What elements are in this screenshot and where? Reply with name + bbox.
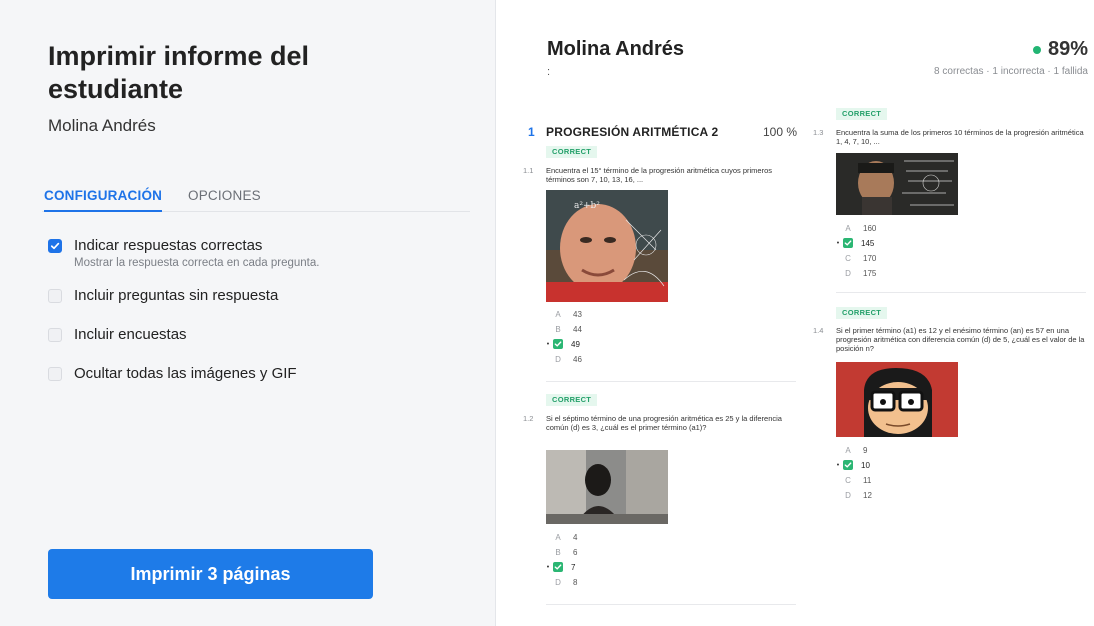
checkbox-empty-icon[interactable] [48, 289, 62, 303]
option-label: Indicar respuestas correctas [74, 237, 263, 254]
checkbox-empty-icon[interactable] [48, 367, 62, 381]
answer-option: D8 [555, 577, 578, 587]
answer-option-correct: • 10 [833, 458, 870, 472]
answer-option-correct: • 49 [543, 337, 580, 351]
selected-bullet-icon: • [836, 461, 840, 469]
option-description: Mostrar la respuesta correcta en cada pr… [74, 257, 320, 269]
section-number: 1 [528, 125, 535, 139]
answer-option-correct: • 145 [833, 236, 874, 250]
correct-badge: CORRECT [836, 307, 888, 319]
svg-text:a²+b²: a²+b² [574, 201, 600, 211]
option-incluir-encuestas[interactable]: Incluir encuestas [48, 326, 187, 348]
tab-opciones[interactable]: OPCIONES [188, 188, 261, 212]
print-settings-panel: Imprimir informe del estudiante Molina A… [0, 0, 496, 626]
answer-option: D 46 [555, 354, 582, 364]
score-display: 89% [1032, 38, 1088, 61]
correct-check-icon [843, 238, 853, 248]
answer-option: A9 [845, 445, 868, 455]
question-number: 1.1 [523, 166, 534, 175]
question-text: Si el séptimo término de una progresión … [546, 414, 782, 432]
selected-bullet-icon: • [546, 563, 550, 571]
divider [546, 381, 796, 382]
answer-option: B 44 [555, 324, 582, 334]
correct-check-icon [553, 562, 563, 572]
option-incluir-sin-respuesta[interactable]: Incluir preguntas sin respuesta [48, 287, 278, 309]
correct-check-icon [843, 460, 853, 470]
answer-option: A 160 [845, 223, 877, 233]
report-student-name: Molina Andrés [547, 38, 685, 60]
question-text: Encuentra el 15° término de la progresió… [546, 166, 773, 184]
question-number: 1.3 [813, 128, 824, 137]
question-text: Si el primer término (a1) es 12 y el ené… [836, 326, 1085, 353]
answer-option: D 175 [845, 268, 877, 278]
correct-badge: CORRECT [836, 108, 888, 120]
correct-check-icon [553, 339, 563, 349]
option-ocultar-imagenes[interactable]: Ocultar todas las imágenes y GIF [48, 365, 297, 387]
answer-option: B6 [555, 547, 578, 557]
score-value: 89% [1047, 38, 1088, 60]
divider [836, 292, 1086, 293]
score-dot-icon [1032, 45, 1041, 54]
section-title: PROGRESIÓN ARITMÉTICA 2 [546, 125, 719, 139]
question-text: Encuentra la suma de los primeros 10 tér… [836, 128, 1084, 146]
question-number: 1.2 [523, 414, 534, 423]
tab-configuracion[interactable]: CONFIGURACIÓN [44, 188, 163, 212]
option-label: Incluir preguntas sin respuesta [74, 287, 279, 304]
question-image [836, 362, 958, 437]
question-number: 1.4 [813, 326, 824, 335]
report-subtitle: : [547, 66, 551, 78]
option-label: Ocultar todas las imágenes y GIF [74, 365, 297, 382]
panel-title: Imprimir informe del estudiante [48, 41, 310, 104]
correct-badge: CORRECT [546, 146, 598, 158]
divider [546, 604, 796, 605]
answer-option: C 11 [845, 475, 872, 485]
question-image [836, 153, 958, 215]
correct-badge: CORRECT [546, 394, 598, 406]
answer-option: A4 [555, 532, 578, 542]
answer-option: D 12 [845, 490, 872, 500]
selected-bullet-icon: • [546, 340, 550, 348]
section-percent: 100 % [763, 125, 798, 139]
checkbox-checked-icon[interactable] [48, 239, 62, 253]
print-pages-button[interactable]: Imprimir 3 páginas [48, 549, 373, 599]
question-image [546, 450, 668, 524]
report-preview: Molina Andrés : 89% 8 correctas · 1 inco… [497, 0, 1094, 626]
settings-tabs: CONFIGURACIÓN OPCIONES [42, 188, 470, 212]
option-label: Incluir encuestas [74, 326, 187, 343]
answer-option: A 43 [555, 309, 582, 319]
question-image: a²+b² [546, 190, 668, 302]
checkbox-empty-icon[interactable] [48, 328, 62, 342]
answer-option-correct: • 7 [543, 560, 575, 574]
option-indicar-respuestas[interactable]: Indicar respuestas correctas Mostrar la … [48, 237, 319, 273]
selected-bullet-icon: • [836, 239, 840, 247]
answer-option: C 170 [845, 253, 877, 263]
student-name: Molina Andrés [48, 116, 156, 135]
score-summary: 8 correctas · 1 incorrecta · 1 fallida [934, 66, 1088, 77]
